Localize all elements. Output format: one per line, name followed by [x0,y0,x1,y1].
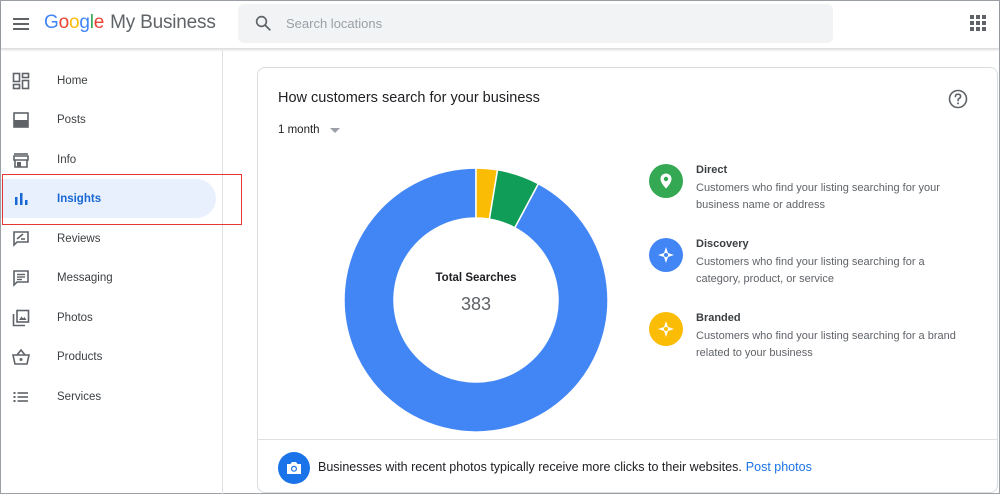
sidebar-item-messaging[interactable]: Messaging [1,258,216,297]
google-my-business-logo[interactable]: Google My Business [44,12,216,34]
sidebar-item-info[interactable]: Info [1,140,216,179]
dropdown-caret-icon [329,127,340,133]
total-searches-donut-chart: Total Searches 383 [342,166,610,434]
post-photos-link[interactable]: Post photos [746,460,812,474]
donut-center-value: 383 [460,294,492,314]
sidebar-item-posts[interactable]: Posts [1,100,216,139]
rate-review-icon [13,231,29,247]
shopping-basket-icon [12,348,30,365]
top-app-bar: Google My Business [1,1,999,49]
donut-center-label: Total Searches [435,272,517,284]
camera-icon [278,452,310,484]
compass-icon [649,312,683,346]
apps-grid-icon[interactable] [970,15,986,31]
card-title: How customers search for your business [278,90,540,106]
posts-icon [13,112,29,128]
store-icon [13,153,29,168]
bar-chart-icon [15,193,28,205]
sidebar-item-products[interactable]: Products [1,337,216,376]
sidebar-item-services[interactable]: Services [1,377,216,416]
hamburger-menu-icon[interactable] [11,13,33,35]
sidebar-item-photos[interactable]: Photos [1,298,216,337]
sidebar-item-home[interactable]: Home [1,61,216,100]
sidebar-item-insights[interactable]: Insights [1,179,216,218]
photo-library-icon [12,309,30,327]
search-bar[interactable] [238,4,833,43]
search-insights-card: How customers search for your business 1… [257,67,998,493]
list-icon [13,392,28,402]
card-footer: Businesses with recent photos typically … [258,439,997,492]
location-pin-icon [649,164,683,198]
search-input[interactable] [286,4,816,43]
help-icon[interactable] [948,89,968,109]
sidebar-nav: Home Posts Info Insights Reviews Messagi… [1,50,223,494]
compass-icon [649,238,683,272]
search-icon [255,15,271,31]
dashboard-icon [12,72,30,90]
sidebar-item-reviews[interactable]: Reviews [1,219,216,258]
footer-message: Businesses with recent photos typically … [318,460,812,474]
period-dropdown[interactable]: 1 month [278,124,340,136]
message-icon [13,270,29,287]
